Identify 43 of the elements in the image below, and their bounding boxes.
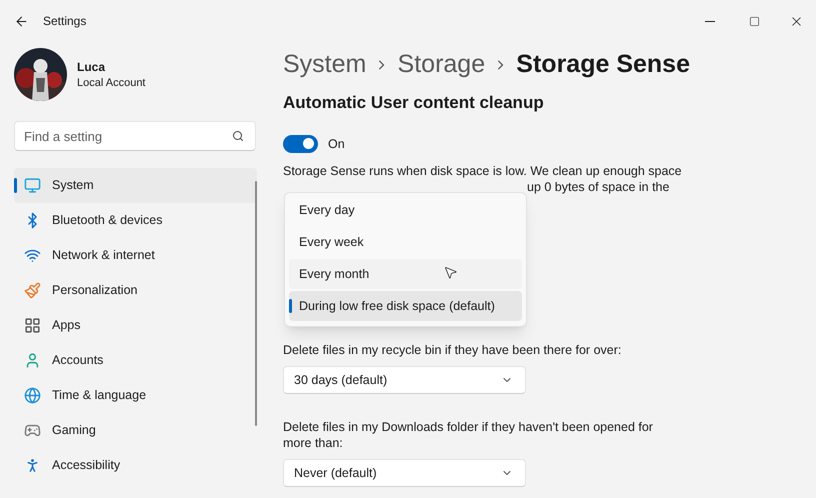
globe-icon — [24, 387, 41, 404]
minimize-icon — [705, 20, 715, 22]
menu-item[interactable]: Every week — [289, 227, 522, 257]
person-icon — [24, 352, 41, 369]
selection-indicator — [14, 178, 17, 193]
nav-item[interactable]: Personalization — [14, 273, 257, 308]
dropdown[interactable]: Never (default) — [283, 459, 526, 488]
nav-item[interactable]: System — [14, 168, 257, 203]
setting-label: Delete files in my recycle bin if they have been there for over: — [283, 342, 622, 358]
breadcrumb-item: Storage Sense — [516, 49, 690, 80]
description-text: Storage Sense runs when disk space is low. We clean up enough space — [283, 163, 683, 180]
toggle-switch[interactable] — [283, 134, 318, 153]
paintbrush-icon — [24, 282, 41, 299]
breadcrumb-item[interactable]: Storage — [398, 46, 486, 84]
menu-item[interactable]: Every month — [289, 259, 522, 289]
dropdown[interactable]: 30 days (default) — [283, 366, 526, 394]
scrollbar[interactable] — [255, 181, 257, 426]
description-text: up 0 bytes of space in the — [526, 179, 670, 196]
account-type: Local Account — [77, 76, 146, 90]
monitor-icon — [24, 177, 41, 194]
nav-item[interactable]: Apps — [14, 308, 257, 343]
grid-icon — [24, 317, 41, 334]
section-heading: Automatic User content cleanup — [283, 92, 545, 114]
menu-item[interactable]: During low free disk space (default) — [289, 291, 522, 321]
menu-item[interactable]: Every day — [289, 195, 522, 225]
nav-item[interactable]: Gaming — [14, 413, 257, 448]
nav-item[interactable]: Accessibility — [14, 448, 257, 483]
nav-item[interactable]: Network & internet — [14, 238, 257, 273]
cursor-icon — [443, 265, 458, 280]
nav-item[interactable]: Bluetooth & devices — [14, 203, 257, 238]
setting-label: Delete files in my Downloads folder if they haven't been opened for more than: — [283, 419, 654, 452]
nav-item[interactable]: Accounts — [14, 343, 257, 378]
search-icon — [232, 130, 244, 142]
selection-indicator — [289, 299, 292, 313]
toggle-label: On — [328, 136, 345, 152]
search-field[interactable]: Find a setting — [14, 121, 256, 151]
wifi-icon — [24, 247, 41, 264]
nav-item[interactable]: Time & language — [14, 378, 257, 413]
breadcrumb-item[interactable]: System — [283, 46, 366, 84]
gamepad-icon — [24, 422, 41, 439]
window-title: Settings — [43, 13, 86, 30]
user-name: Luca — [77, 58, 106, 74]
maximize-icon — [748, 16, 760, 26]
